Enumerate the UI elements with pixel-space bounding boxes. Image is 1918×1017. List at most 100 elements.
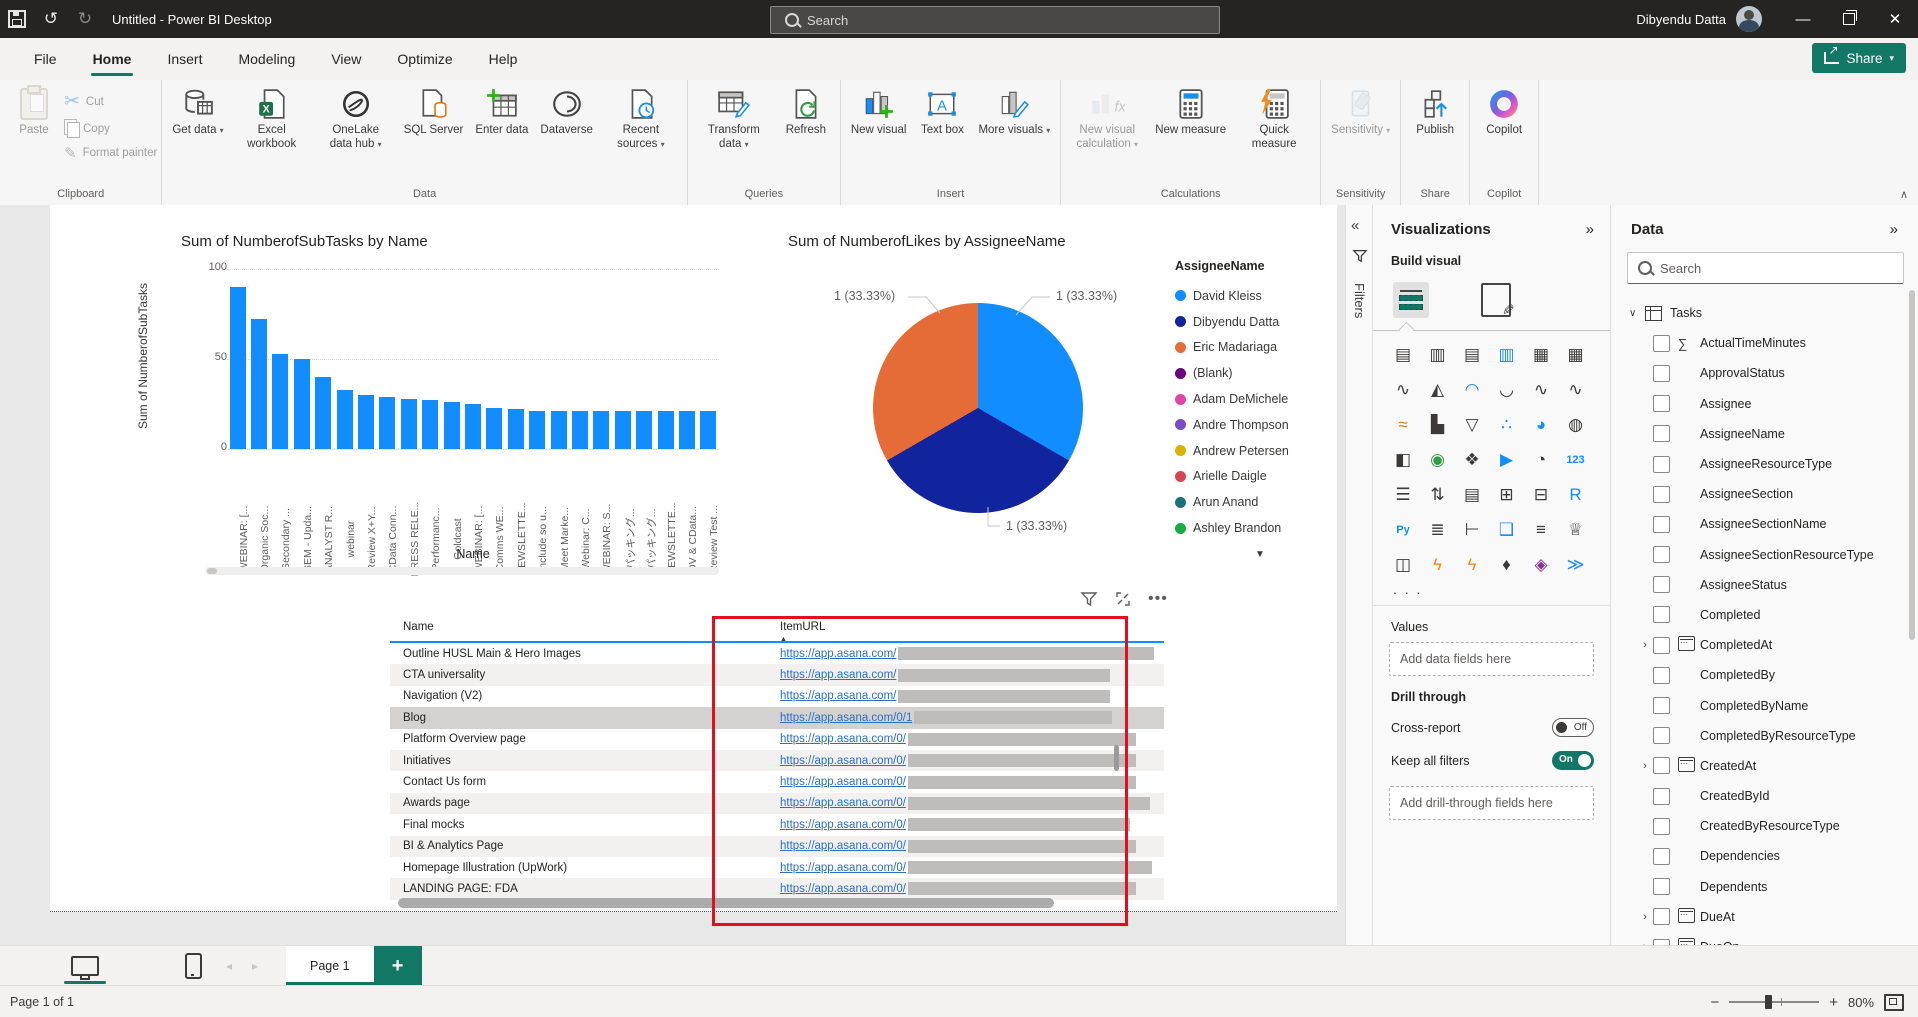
tile-slicer-icon[interactable]: ≣ [1424, 516, 1452, 544]
pie-chart-visual[interactable]: Sum of NumberofLikes by AssigneeName 1 (… [788, 233, 1388, 578]
custom-visual-icon[interactable]: ◈ [1527, 551, 1555, 579]
new-measure-button[interactable]: New measure [1150, 84, 1231, 141]
100-stacked-bar-chart-icon[interactable]: ▦ [1527, 341, 1555, 369]
item-url-link[interactable]: https://app.asana.com/ [780, 690, 896, 702]
item-url-link[interactable]: https://app.asana.com/0/ [780, 862, 906, 874]
publish-button[interactable]: Publish [1406, 84, 1464, 141]
report-page[interactable]: Sum of NumberofSubTasks by Name Sum of N… [50, 205, 1337, 912]
bar-review-test-22[interactable] [700, 411, 716, 449]
onelake-data-hub-button[interactable]: OneLake data hub ▾ [315, 84, 397, 155]
stacked-column-chart-icon[interactable]: ▥ [1424, 341, 1452, 369]
table-row[interactable]: CTA universalityhttps://app.asana.com/ [390, 664, 1164, 685]
table-row[interactable]: Outline HUSL Main & Hero Imageshttps://a… [390, 643, 1164, 664]
bar-sem-upda-3[interactable] [294, 359, 310, 449]
field-dependents[interactable]: Dependents [1611, 872, 1918, 902]
clustered-bar-chart-icon[interactable]: ▤ [1458, 341, 1486, 369]
data-panel-scrollbar[interactable] [1909, 290, 1915, 640]
item-url-link[interactable]: https://app.asana.com/0/ [780, 733, 906, 745]
expand-field-icon[interactable]: › [1637, 639, 1653, 651]
table-row[interactable]: Contact Us formhttps://app.asana.com/0/ [390, 771, 1164, 792]
bar-chart-visual[interactable]: Sum of NumberofSubTasks by Name Sum of N… [145, 233, 745, 578]
table-node-tasks[interactable]: ∨ Tasks [1611, 298, 1918, 328]
bar-goldcast-10[interactable] [444, 402, 460, 449]
field-checkbox[interactable] [1653, 365, 1670, 382]
donut-chart-icon[interactable]: ◍ [1562, 411, 1590, 439]
user-name[interactable]: Dibyendu Datta [1636, 12, 1726, 27]
table-row[interactable]: Awards pagehttps://app.asana.com/0/ [390, 793, 1164, 814]
quick-measure-button[interactable]: Quick measure [1233, 84, 1315, 155]
field-checkbox[interactable] [1653, 878, 1670, 895]
field-completedby[interactable]: CompletedBy [1611, 660, 1918, 690]
table-visual[interactable]: Name ItemURL ▲ Outline HUSL Main & Hero … [390, 612, 1164, 918]
field-createdbyid[interactable]: CreatedById [1611, 781, 1918, 811]
share-button[interactable]: Share ▾ [1812, 43, 1906, 73]
item-url-link[interactable]: https://app.asana.com/ [780, 669, 896, 681]
map-icon[interactable]: ◉ [1424, 446, 1452, 474]
field-checkbox[interactable] [1653, 516, 1670, 533]
menu-item-home[interactable]: Home [75, 38, 150, 80]
field-actualtimeminutes[interactable]: ∑ActualTimeMinutes [1611, 328, 1918, 358]
bar-press-rele-8[interactable] [401, 399, 417, 449]
table-vertical-scroll-thumb[interactable] [1114, 745, 1119, 771]
item-url-link[interactable]: https://app.asana.com/0/ [780, 755, 906, 767]
expand-filters-icon[interactable]: « [1351, 217, 1373, 234]
paginated-report-icon[interactable]: ◫ [1389, 551, 1417, 579]
bar-meet-marke-15[interactable] [551, 411, 567, 449]
field-assignee[interactable]: Assignee [1611, 389, 1918, 419]
item-url-link[interactable]: https://app.asana.com/0/1 [780, 712, 912, 724]
new-visual-button[interactable]: New visual [846, 84, 912, 141]
data-search-input[interactable]: Search [1627, 252, 1904, 284]
funnel-chart-icon[interactable]: ▽ [1458, 411, 1486, 439]
gauge-icon[interactable]: ◔ [1527, 446, 1555, 474]
undo-icon[interactable]: ↺ [34, 0, 68, 38]
new-page-button[interactable]: + [374, 946, 422, 986]
bar--19[interactable] [636, 411, 652, 449]
legend-scroll-down-icon[interactable]: ▼ [1255, 549, 1265, 560]
field-assigneename[interactable]: AssigneeName [1611, 419, 1918, 449]
python-visual-icon[interactable]: Py [1389, 516, 1417, 544]
collapse-visualizations-icon[interactable]: » [1586, 221, 1594, 238]
bar-webinar-11[interactable] [465, 404, 481, 449]
power-automate-icon[interactable]: ϟ [1458, 551, 1486, 579]
field-dueat[interactable]: ›DueAt [1611, 902, 1918, 932]
field-checkbox[interactable] [1653, 667, 1670, 684]
power-apps-icon[interactable]: ϟ [1424, 551, 1452, 579]
field-checkbox[interactable] [1653, 606, 1670, 623]
recent-sources-button[interactable]: Recent sources ▾ [600, 84, 682, 155]
zoom-in-icon[interactable]: + [1829, 994, 1838, 1011]
copilot-button[interactable]: Copilot [1475, 84, 1533, 141]
page-tab[interactable]: Page 1 [286, 946, 374, 986]
table-header-itemurl[interactable]: ItemURL ▲ [772, 621, 1164, 633]
pie-chart-icon[interactable]: ◕ [1527, 411, 1555, 439]
field-checkbox[interactable] [1653, 848, 1670, 865]
text-box-button[interactable]: AText box [913, 84, 971, 141]
format-visual-tab[interactable] [1481, 283, 1511, 317]
field-checkbox[interactable] [1653, 818, 1670, 835]
100-stacked-column-chart-icon[interactable]: ▦ [1562, 341, 1590, 369]
bar-comms-we-12[interactable] [486, 408, 502, 449]
arcgis-map-icon[interactable]: ♦ [1493, 551, 1521, 579]
waterfall-chart-icon[interactable]: ▙ [1424, 411, 1452, 439]
filters-funnel-icon[interactable] [1352, 248, 1368, 264]
item-url-link[interactable]: https://app.asana.com/0/ [780, 776, 906, 788]
field-completedbyresourcetype[interactable]: CompletedByResourceType [1611, 721, 1918, 751]
qa-visual-icon[interactable]: ❑ [1493, 516, 1521, 544]
field-checkbox[interactable] [1653, 456, 1670, 473]
item-url-link[interactable]: https://app.asana.com/ [780, 648, 896, 660]
bar-organic-soc-1[interactable] [251, 319, 267, 449]
field-assigneestatus[interactable]: AssigneeStatus [1611, 570, 1918, 600]
field-checkbox[interactable] [1653, 727, 1670, 744]
bar-review-x-y-6[interactable] [358, 395, 374, 449]
filter-icon[interactable] [1080, 590, 1098, 608]
refresh-button[interactable]: Refresh [777, 84, 835, 141]
close-button[interactable]: ✕ [1872, 0, 1918, 38]
minimize-button[interactable]: — [1780, 0, 1826, 38]
table-horizontal-scrollbar[interactable] [398, 898, 1054, 908]
restore-button[interactable] [1826, 0, 1872, 38]
more-visuals-button[interactable]: More visuals ▾ [973, 84, 1055, 141]
field-completed[interactable]: Completed [1611, 600, 1918, 630]
field-checkbox[interactable] [1653, 335, 1670, 352]
item-url-link[interactable]: https://app.asana.com/0/ [780, 883, 906, 895]
keep-all-filters-toggle[interactable]: On [1552, 751, 1594, 770]
scatter-chart-icon[interactable]: ∴ [1493, 411, 1521, 439]
